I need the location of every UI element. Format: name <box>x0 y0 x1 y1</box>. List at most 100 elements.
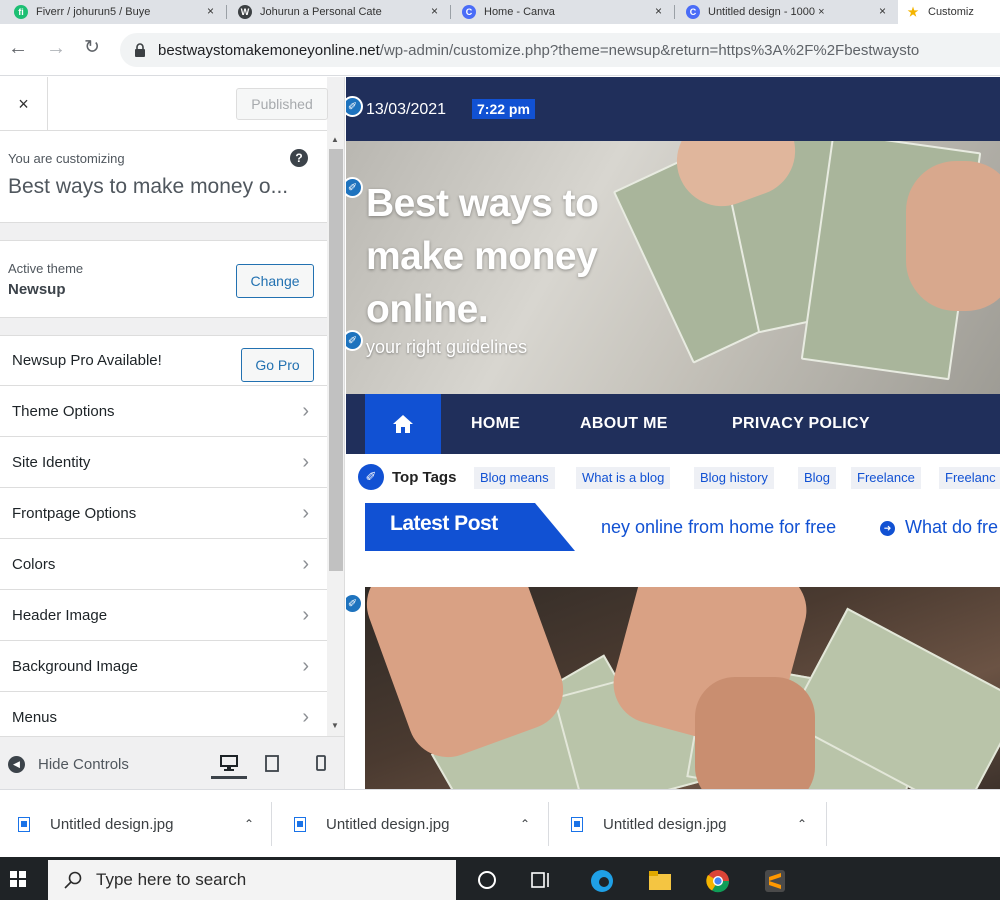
hide-controls-button[interactable]: Hide Controls <box>38 756 129 773</box>
file-icon <box>571 816 583 832</box>
search-icon <box>64 871 82 889</box>
nav-link-privacy-policy[interactable]: PRIVACY POLICY <box>732 415 870 433</box>
desktop-preview-icon[interactable] <box>211 749 247 779</box>
close-customizer-icon[interactable]: × <box>0 77 48 131</box>
tag-link[interactable]: Blog means <box>474 467 555 489</box>
browser-tab-canva-home[interactable]: C Home - Canva × <box>454 0 670 24</box>
customizing-info: You are customizing ? Best ways to make … <box>0 131 327 223</box>
chevron-up-icon[interactable]: ⌃ <box>244 817 254 831</box>
back-arrow-icon[interactable]: ← <box>8 38 28 58</box>
edit-shortcut-icon[interactable]: ✐ <box>346 593 363 614</box>
site-time: 7:22 pm <box>472 99 535 119</box>
customizing-site-title: Best ways to make money o... <box>8 175 289 198</box>
customizing-label: You are customizing <box>8 151 125 166</box>
download-item[interactable]: Untitled design.jpg ⌃ <box>571 790 807 858</box>
chevron-up-icon[interactable]: ⌃ <box>797 817 807 831</box>
section-label: Background Image <box>12 657 138 675</box>
top-tags-bar: ✐ Top Tags Blog means What is a blog Blo… <box>346 454 1000 500</box>
tab-title: Johurun a Personal Cate <box>260 6 382 18</box>
address-bar[interactable]: bestwaystomakemoneyonline.net/wp-admin/c… <box>120 33 1000 67</box>
published-button[interactable]: Published <box>236 88 328 120</box>
scrollbar-thumb[interactable] <box>329 149 343 571</box>
mobile-preview-icon[interactable] <box>310 751 332 775</box>
download-filename: Untitled design.jpg <box>603 815 727 833</box>
section-site-identity[interactable]: Site Identity › <box>0 437 327 488</box>
section-frontpage-options[interactable]: Frontpage Options › <box>0 488 327 539</box>
ticker-item[interactable]: ney online from home for free <box>601 517 836 538</box>
chevron-right-icon: › <box>302 706 309 728</box>
site-top-bar: 13/03/2021 7:22 pm <box>346 77 1000 141</box>
chrome-icon[interactable] <box>706 869 730 893</box>
scroll-down-icon[interactable]: ▼ <box>331 721 339 730</box>
collapse-icon[interactable]: ◀ <box>8 756 25 773</box>
active-theme-name: Newsup <box>8 281 66 298</box>
taskbar-search[interactable]: Type here to search <box>48 860 456 900</box>
canva-icon: C <box>686 5 700 19</box>
browser-tab-personal[interactable]: W Johurun a Personal Cate × <box>230 0 446 24</box>
browser-toolbar: ← → ↻ bestwaystomakemoneyonline.net/wp-a… <box>0 24 1000 76</box>
section-label: Frontpage Options <box>12 504 137 522</box>
scroll-up-icon[interactable]: ▲ <box>331 135 339 144</box>
star-icon: ★ <box>906 5 920 19</box>
tag-link[interactable]: Blog <box>798 467 837 489</box>
header-image: Best ways to make money online. your rig… <box>346 141 1000 394</box>
section-colors[interactable]: Colors › <box>0 539 327 590</box>
home-icon[interactable] <box>365 394 441 454</box>
latest-post-label: Latest Post <box>390 512 498 535</box>
arrow-circle-icon: ➜ <box>880 521 895 536</box>
change-theme-button[interactable]: Change <box>236 264 314 298</box>
tag-link[interactable]: Freelance <box>851 467 921 489</box>
download-item[interactable]: Untitled design.jpg ⌃ <box>294 790 530 858</box>
tab-title: Untitled design - 1000 × <box>708 6 825 18</box>
customizer-header: × Published <box>0 77 328 131</box>
go-pro-button[interactable]: Go Pro <box>241 348 314 382</box>
close-tab-icon[interactable]: × <box>431 4 438 18</box>
close-tab-icon[interactable]: × <box>655 4 662 18</box>
nav-link-home[interactable]: HOME <box>471 415 520 433</box>
featured-post-image[interactable] <box>365 587 1000 789</box>
forward-arrow-icon[interactable]: → <box>46 38 66 58</box>
chevron-right-icon: › <box>302 604 309 626</box>
sublime-text-icon[interactable] <box>764 869 786 892</box>
browser-tab-bar: fi Fiverr / johurun5 / Buye × W Johurun … <box>0 0 1000 24</box>
browser-tab-canva-design[interactable]: C Untitled design - 1000 × × <box>678 0 894 24</box>
url-path: /wp-admin/customize.php?theme=newsup&ret… <box>379 41 920 59</box>
section-label: Menus <box>12 708 58 726</box>
customizer-footer: ◀ Hide Controls <box>0 736 344 789</box>
chevron-up-icon[interactable]: ⌃ <box>520 817 530 831</box>
tag-link[interactable]: What is a blog <box>576 467 671 489</box>
download-item[interactable]: Untitled design.jpg ⌃ <box>18 790 254 858</box>
section-label: Colors <box>12 555 56 573</box>
tablet-preview-icon[interactable] <box>261 751 283 775</box>
reload-icon[interactable]: ↻ <box>84 38 100 58</box>
section-background-image[interactable]: Background Image › <box>0 641 327 692</box>
site-title[interactable]: Best ways to make money online. <box>366 177 666 336</box>
chevron-right-icon: › <box>302 451 309 473</box>
file-explorer-icon[interactable] <box>648 869 671 891</box>
file-icon <box>294 816 306 832</box>
section-theme-options[interactable]: Theme Options › <box>0 386 327 437</box>
tag-link[interactable]: Freelanc <box>939 467 1000 489</box>
close-tab-icon[interactable]: × <box>207 4 214 18</box>
windows-start-icon[interactable] <box>10 871 26 887</box>
chevron-right-icon: › <box>302 400 309 422</box>
task-view-icon[interactable] <box>530 869 552 891</box>
help-icon[interactable]: ? <box>290 149 308 167</box>
pro-available-row: Newsup Pro Available! Go Pro <box>0 335 327 386</box>
top-tags-label: Top Tags <box>392 469 457 486</box>
tag-link[interactable]: Blog history <box>694 467 774 489</box>
close-tab-icon[interactable]: × <box>879 4 886 18</box>
active-theme-section: Active theme Newsup Change <box>0 240 327 318</box>
browser-tab-customize[interactable]: ★ Customiz <box>898 0 1000 24</box>
taskbar-search-placeholder: Type here to search <box>96 870 247 889</box>
cortana-icon[interactable] <box>476 869 498 891</box>
section-header-image[interactable]: Header Image › <box>0 590 327 641</box>
nav-link-about-me[interactable]: ABOUT ME <box>580 415 668 433</box>
site-tagline: your right guidelines <box>366 337 528 357</box>
browser-tab-fiverr[interactable]: fi Fiverr / johurun5 / Buye × <box>6 0 222 24</box>
edge-icon[interactable] <box>590 869 613 892</box>
ticker-item[interactable]: What do fre <box>905 517 998 538</box>
download-filename: Untitled design.jpg <box>326 815 450 833</box>
customizer-panel: × Published You are customizing ? Best w… <box>0 77 345 789</box>
active-theme-label: Active theme <box>8 261 84 276</box>
